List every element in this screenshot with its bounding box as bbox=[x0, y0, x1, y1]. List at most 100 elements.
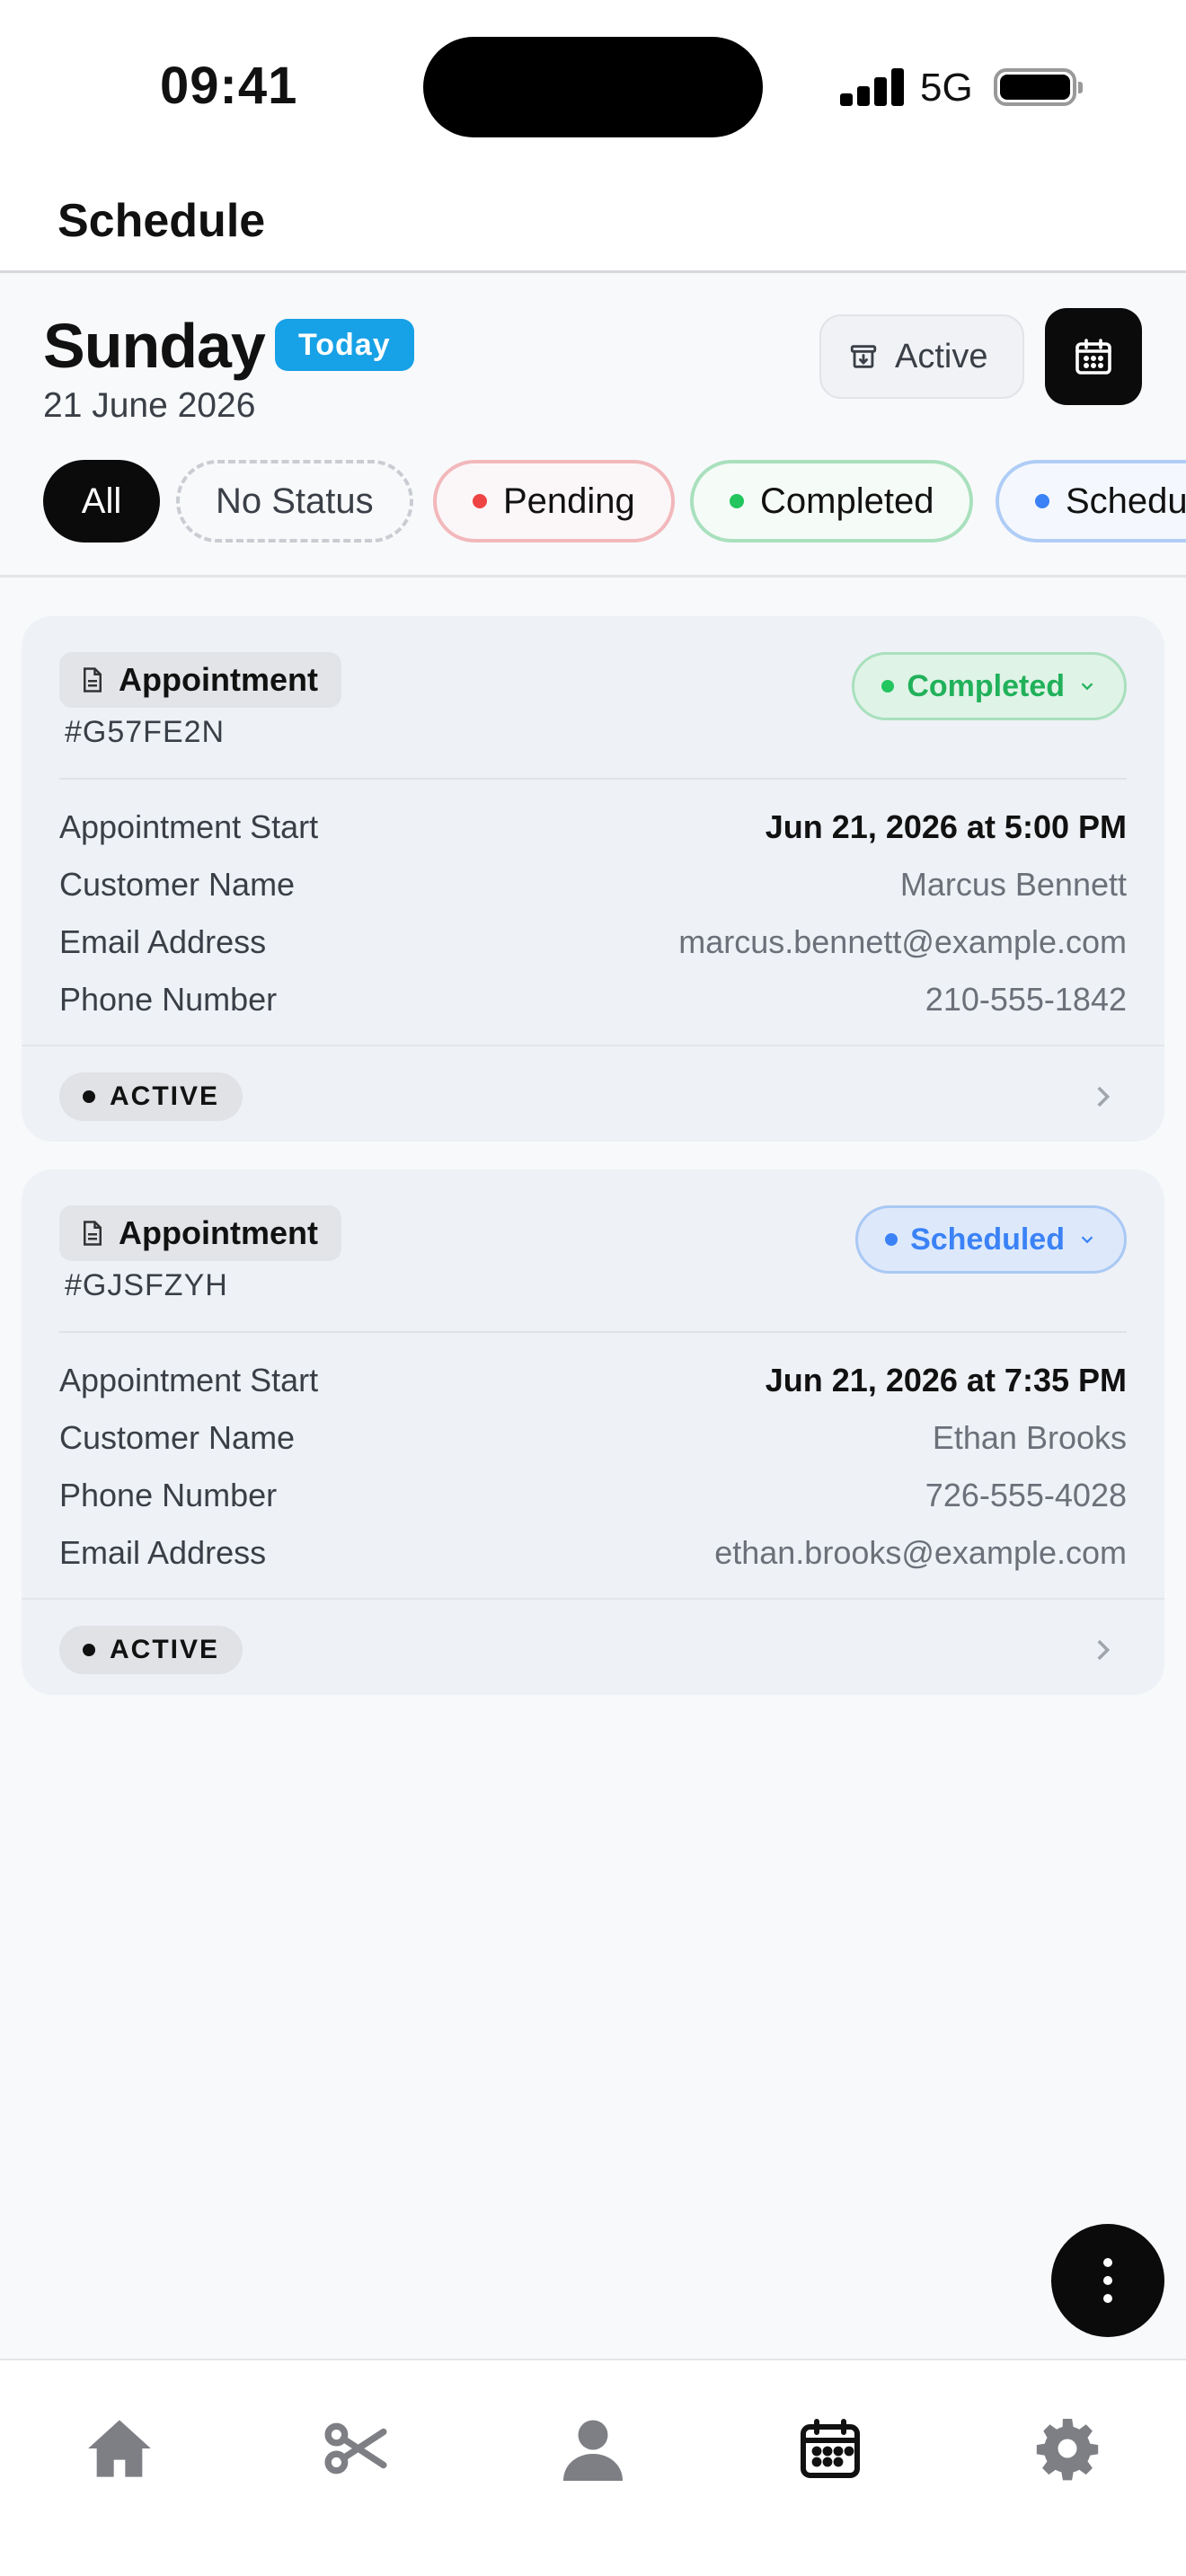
tab-services[interactable] bbox=[320, 2413, 392, 2484]
field-label: Customer Name bbox=[59, 1419, 296, 1456]
field-value: 726-555-4028 bbox=[925, 1477, 1127, 1513]
tab-home[interactable] bbox=[84, 2413, 155, 2484]
field-row-start: Appointment Start Jun 21, 2026 at 7:35 P… bbox=[59, 1358, 1127, 1403]
status-dropdown[interactable]: Completed bbox=[852, 652, 1127, 720]
field-value: ethan.brooks@example.com bbox=[714, 1534, 1127, 1571]
field-label: Appointment Start bbox=[59, 1362, 319, 1398]
field-label: Phone Number bbox=[59, 981, 278, 1018]
divider bbox=[22, 1598, 1164, 1600]
field-row-phone: Phone Number 726-555-4028 bbox=[59, 1473, 1127, 1518]
network-label: 5G bbox=[920, 66, 973, 110]
signal-icon bbox=[840, 66, 904, 106]
filter-chip-pending[interactable]: Pending bbox=[433, 460, 675, 543]
more-dot-icon bbox=[1103, 2276, 1112, 2285]
scheduled-dot-icon bbox=[1035, 494, 1049, 508]
pending-dot-icon bbox=[473, 494, 487, 508]
calendar-icon bbox=[1075, 339, 1111, 375]
active-filter-label: Active bbox=[895, 337, 988, 375]
gear-icon bbox=[1036, 2419, 1099, 2481]
status-label: Scheduled bbox=[910, 1222, 1065, 1257]
chevron-right-icon[interactable] bbox=[1087, 1635, 1118, 1665]
filter-chip-label: No Status bbox=[216, 481, 374, 521]
appointment-card[interactable]: Appointment #G57FE2N Completed Appointme… bbox=[22, 616, 1164, 1142]
filter-chip-no-status[interactable]: No Status bbox=[176, 460, 413, 543]
status-label: Completed bbox=[907, 668, 1065, 703]
field-label: Email Address bbox=[59, 1534, 267, 1571]
tab-customers[interactable] bbox=[557, 2413, 629, 2484]
status-time: 09:41 bbox=[160, 57, 298, 115]
battery-icon bbox=[994, 68, 1083, 106]
field-row-customer: Customer Name Ethan Brooks bbox=[59, 1416, 1127, 1460]
appointment-type-text: Appointment bbox=[119, 1214, 318, 1251]
filter-chip-scheduled[interactable]: Scheduled bbox=[996, 460, 1186, 543]
field-row-start: Appointment Start Jun 21, 2026 at 5:00 P… bbox=[59, 805, 1127, 850]
calendar-picker-button[interactable] bbox=[1045, 308, 1142, 405]
tab-schedule[interactable] bbox=[794, 2413, 866, 2484]
day-date: 21 June 2026 bbox=[43, 386, 256, 425]
tab-settings[interactable] bbox=[1031, 2413, 1103, 2484]
active-dot-icon bbox=[83, 1644, 95, 1656]
appointment-card[interactable]: Appointment #GJSFZYH Scheduled Appointme… bbox=[22, 1169, 1164, 1695]
more-dot-icon bbox=[1103, 2294, 1112, 2303]
appointment-type-label: Appointment bbox=[59, 1205, 341, 1261]
divider bbox=[59, 1331, 1127, 1333]
divider bbox=[22, 1045, 1164, 1046]
dynamic-island bbox=[423, 37, 763, 137]
active-tag: ACTIVE bbox=[59, 1072, 243, 1121]
appointment-id: #GJSFZYH bbox=[65, 1268, 228, 1302]
chevron-down-icon bbox=[1081, 683, 1093, 691]
field-value: 210-555-1842 bbox=[925, 981, 1127, 1018]
day-title: Sunday bbox=[43, 311, 266, 381]
active-tag-label: ACTIVE bbox=[110, 1635, 220, 1664]
active-filter-button[interactable]: Active bbox=[819, 314, 1024, 399]
field-label: Phone Number bbox=[59, 1477, 278, 1513]
field-row-customer: Customer Name Marcus Bennett bbox=[59, 862, 1127, 907]
appointment-id: #G57FE2N bbox=[65, 715, 226, 749]
active-tag-label: ACTIVE bbox=[110, 1081, 220, 1111]
person-icon bbox=[563, 2420, 623, 2481]
field-label: Appointment Start bbox=[59, 808, 319, 845]
today-badge: Today bbox=[275, 319, 414, 371]
tab-bar bbox=[0, 2359, 1186, 2576]
home-icon bbox=[88, 2420, 151, 2477]
calendar-icon bbox=[801, 2419, 860, 2478]
active-tag: ACTIVE bbox=[59, 1626, 243, 1674]
document-icon bbox=[84, 667, 102, 693]
scissors-icon bbox=[324, 2422, 387, 2475]
status-filter-bar: All No Status Pending Completed Schedule… bbox=[0, 458, 1186, 548]
filter-chip-label: All bbox=[81, 481, 122, 521]
field-label: Email Address bbox=[59, 923, 267, 960]
field-value: Ethan Brooks bbox=[932, 1419, 1127, 1456]
field-row-phone: Phone Number 210-555-1842 bbox=[59, 977, 1127, 1022]
status-dot-icon bbox=[885, 1233, 898, 1246]
filter-chip-label: Completed bbox=[760, 481, 934, 521]
status-dot-icon bbox=[881, 680, 895, 693]
active-dot-icon bbox=[83, 1090, 95, 1103]
field-value: marcus.bennett@example.com bbox=[678, 923, 1127, 960]
archive-icon bbox=[850, 345, 877, 368]
document-icon bbox=[84, 1221, 102, 1246]
filter-chip-label: Pending bbox=[503, 481, 635, 521]
status-dropdown[interactable]: Scheduled bbox=[855, 1205, 1127, 1274]
field-value: Jun 21, 2026 at 7:35 PM bbox=[765, 1362, 1127, 1398]
page-title: Schedule bbox=[58, 195, 266, 247]
appointment-type-text: Appointment bbox=[119, 661, 318, 698]
chevron-down-icon bbox=[1081, 1236, 1093, 1244]
divider bbox=[0, 575, 1186, 578]
more-actions-button[interactable] bbox=[1051, 2224, 1164, 2337]
appointment-type-label: Appointment bbox=[59, 652, 341, 708]
filter-chip-all[interactable]: All bbox=[43, 460, 160, 543]
completed-dot-icon bbox=[730, 494, 744, 508]
status-bar: 09:41 5G bbox=[0, 0, 1186, 171]
filter-chip-completed[interactable]: Completed bbox=[690, 460, 974, 543]
field-value: Jun 21, 2026 at 5:00 PM bbox=[765, 808, 1127, 845]
field-value: Marcus Bennett bbox=[899, 866, 1127, 903]
more-dot-icon bbox=[1103, 2258, 1112, 2267]
divider bbox=[59, 778, 1127, 780]
chevron-right-icon[interactable] bbox=[1087, 1081, 1118, 1112]
field-row-email: Email Address ethan.brooks@example.com bbox=[59, 1531, 1127, 1575]
field-row-email: Email Address marcus.bennett@example.com bbox=[59, 920, 1127, 965]
filter-chip-label: Scheduled bbox=[1066, 481, 1186, 521]
field-label: Customer Name bbox=[59, 866, 296, 903]
nav-header: Schedule bbox=[0, 171, 1186, 273]
